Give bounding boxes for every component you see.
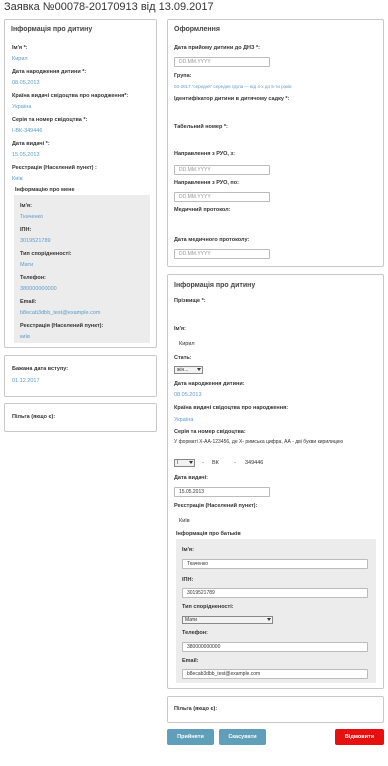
parent-relation-select[interactable]: Мати [182,616,273,624]
rvo-to-label: Направлення з РУО, по: [174,180,239,186]
group-label: Група: [174,73,192,79]
name-label: Ім'я: [174,326,186,332]
panel-title: Інформація про дитину [174,282,256,289]
me-registration-label: Реєстрація (Населений пункт): [20,323,104,329]
parent-name-label: Ім'я: [182,547,194,553]
name-value: Кирил [12,56,28,62]
cancel-button[interactable]: Скасувати [219,729,266,745]
parent-relation-value: Мати [185,617,197,623]
certificate-dash: - [234,460,236,466]
child-id-label: Ідентифікатор дитини в дитячому садку *: [174,96,290,102]
page-title: Заявка №00078-20170913 від 13.09.2017 [4,1,214,13]
birthdate-value: 08.05.2013 [174,392,202,398]
rvo-from-input[interactable]: DD.MM.YYYY [174,165,270,175]
panel-title: Інформація про дитину [11,26,93,33]
reject-button[interactable]: Відмовити [335,729,384,745]
country-value: Україна [174,417,194,423]
me-ipn-label: ІПН: [20,227,32,233]
parent-ipn-label: ІПН: [182,577,194,583]
rvo-to-input[interactable]: DD.MM.YYYY [174,192,270,202]
registration-label: Реєстрація (Населений пункт) : [12,165,97,171]
certificate-number[interactable]: 349446 [245,460,263,466]
birthdate-label: Дата народження дитини *: [12,69,87,75]
parent-phone-label: Телефон: [182,630,208,636]
sex-select[interactable]: жін... [174,366,203,374]
parent-email-label: Email: [182,658,199,664]
me-name-value: Ткаченко [20,214,44,220]
registration-panel: Оформлення Дата прийому дитини до ДНЗ *:… [167,19,384,267]
registration-label: Реєстрація (Населений пункт): [174,503,258,509]
name-label: Ім'я *: [12,45,28,51]
certificate-letters[interactable]: ВК [212,460,219,466]
desired-date-label: Бажана дата вступу: [12,366,69,372]
chevron-down-icon [267,618,271,621]
admission-date-label: Дата прийому дитини до ДНЗ *: [174,45,260,51]
parents-box: Ім'я: Ткаченко ІПН: 3019521789 Тип спорі… [176,539,376,683]
admission-date-input[interactable]: DD.MM.YYYY [174,57,270,67]
parent-email-input[interactable]: b8ecab3dbb_test@example.com [182,669,368,679]
desired-date-value: 01.12.2017 [12,378,40,384]
birthdate-label: Дата народження дитини: [174,381,245,387]
rvo-from-label: Направлення з РУО, з: [174,151,235,157]
certificate-roman-select[interactable]: І [174,459,195,467]
chevron-down-icon [197,368,201,371]
certificate-dash: - [202,460,204,466]
medical-date-label: Дата медичного протоколу: [174,237,250,243]
certificate-value: І-ВК-349446 [12,128,43,134]
certificate-label: Серія та номер свідоцтва *: [12,117,88,123]
parent-ipn-input[interactable]: 3019521789 [182,588,368,598]
about-me-box: Ім'я: Ткаченко ІПН: 3019521789 Тип спорі… [14,195,150,343]
medical-protocol-label: Медичний протокол: [174,207,231,213]
group-value: 03-2017 "середня" середня група — від 4-… [174,84,292,89]
child-info-panel-left: Інформація про дитину Ім'я *: Кирил Дата… [4,19,157,348]
benefit-panel-right: Пільга (якщо є): [167,696,384,723]
parent-phone-input[interactable]: 380000000000 [182,642,368,652]
parents-title: Інформація про батьків [176,531,241,537]
sex-select-value: жін... [177,367,189,373]
me-phone-label: Телефон: [20,275,46,281]
benefit-label: Пільга (якщо є): [174,706,218,712]
certificate-label: Серія та номер свідоцтва: [174,429,246,435]
issue-date-input[interactable]: 15.05.2013 [174,487,270,497]
tab-number-label: Табельний номер *: [174,124,228,130]
accept-button[interactable]: Прийняти [167,729,214,745]
me-ipn-value: 3019521789 [20,238,51,244]
me-name-label: Ім'я: [20,203,32,209]
me-relation-value: Мати [20,262,34,268]
sex-label: Стать: [174,355,192,361]
country-value: Україна [12,104,32,110]
issue-date-label: Дата видачі: [174,475,208,481]
registration-value: Київ [179,518,190,524]
surname-label: Прізвище *: [174,298,206,304]
panel-title: Оформлення [174,26,220,33]
certificate-hint: У форматі Х-АА-123456, де Х- римська циф… [174,439,344,445]
me-email-label: Email: [20,299,37,305]
me-registration-value: київ [20,334,30,340]
country-label: Країна видачі свідоцтва про народження*: [12,93,129,99]
child-info-panel-right: Інформація про дитину Прізвище *: Ім'я: … [167,274,384,689]
benefit-panel-left: Пільга (якщо є): [4,403,157,432]
parent-relation-label: Тип спорідненості: [182,604,234,610]
issue-date-value: 15.05.2013 [12,152,40,158]
me-relation-label: Тип спорідненості: [20,251,72,257]
chevron-down-icon [189,461,193,464]
parent-name-input[interactable]: Ткаченко [182,559,368,569]
birthdate-value: 08.05.2013 [12,80,40,86]
certificate-roman-value: І [177,460,179,466]
issue-date-label: Дата видачі *: [12,141,50,147]
registration-value: Київ [12,176,23,182]
desired-date-panel: Бажана дата вступу: 01.12.2017 [4,355,157,397]
me-email-value: b8ecab3dbb_test@example.com [20,310,101,316]
name-value: Кирил [179,341,195,347]
me-phone-value: 380000000000 [20,286,57,292]
country-label: Країна видачі свідоцтва про народження: [174,405,289,411]
about-me-title: Інформацію про мене [15,187,75,193]
medical-date-input[interactable]: DD.MM.YYYY [174,249,270,259]
benefit-label: Пільга (якщо є): [12,414,56,420]
